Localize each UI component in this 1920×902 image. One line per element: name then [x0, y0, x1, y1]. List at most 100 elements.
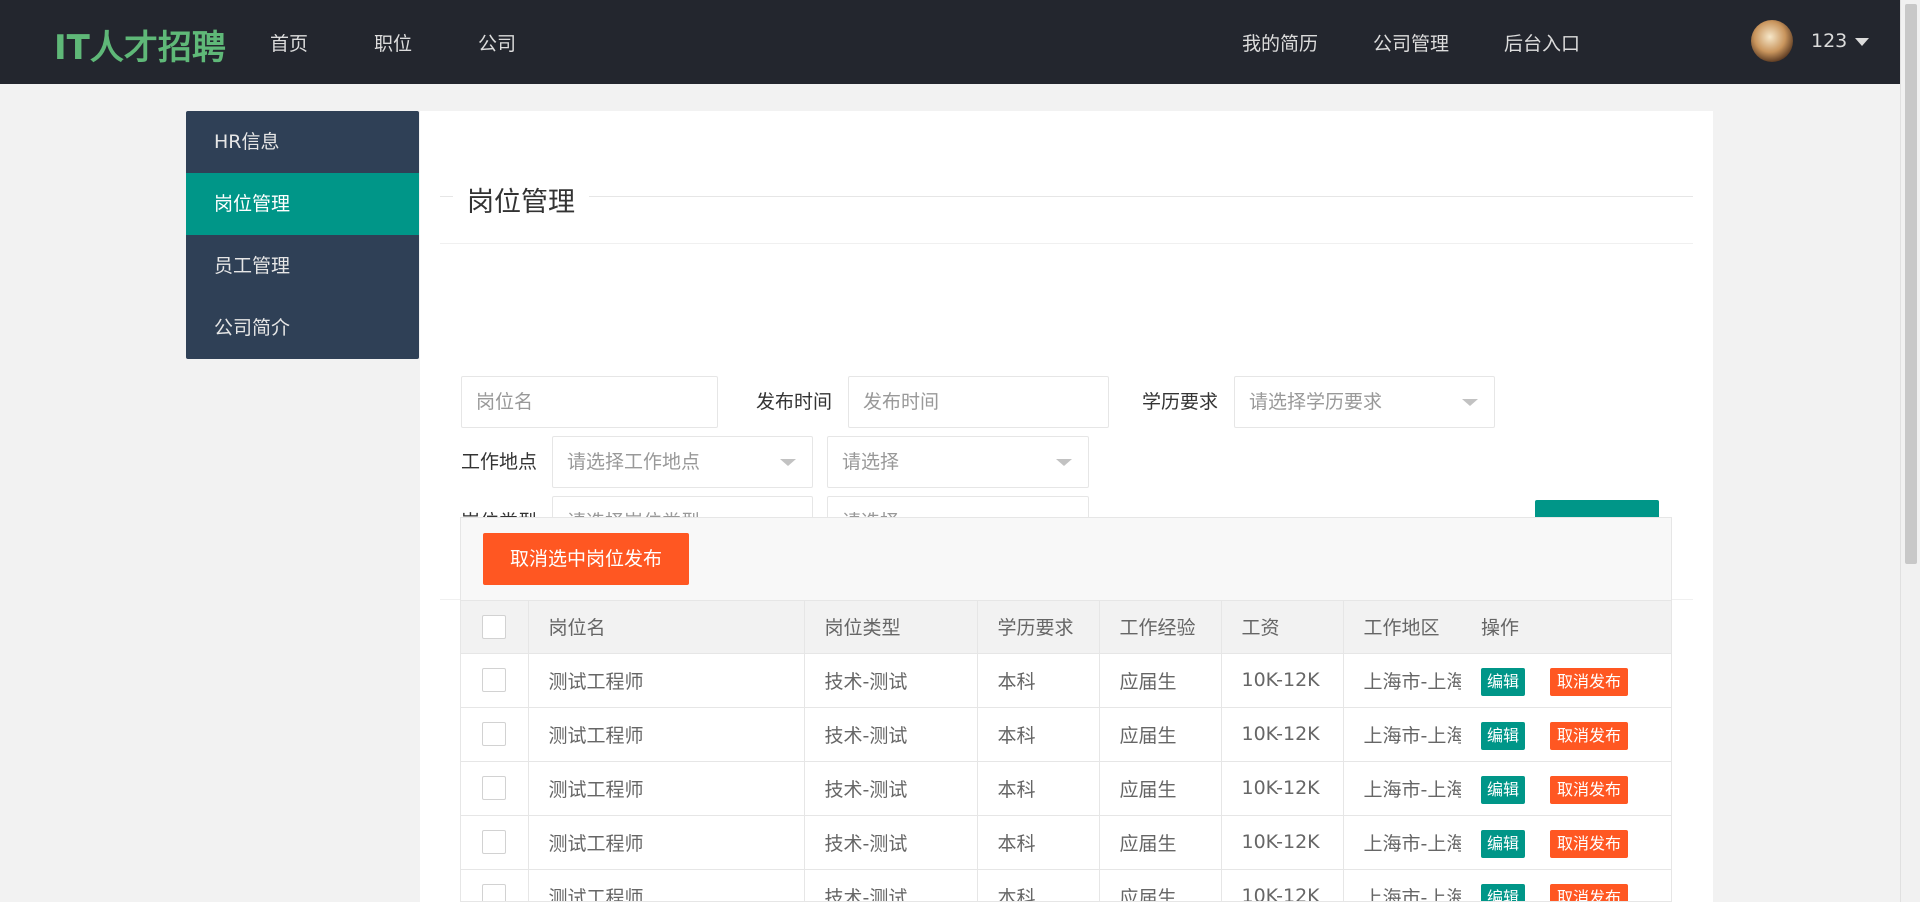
table-row: 测试工程师 技术-测试 本科 应届生 10K-12K 上海市-上海 编辑 取消发布	[461, 653, 1671, 708]
unpublish-button[interactable]: 取消发布	[1550, 829, 1629, 858]
cell-job-name: 测试工程师	[528, 815, 805, 870]
publish-time-input[interactable]: 发布时间	[848, 376, 1109, 428]
cell-experience: 应届生	[1099, 707, 1222, 762]
cell-education: 本科	[977, 653, 1100, 708]
column-header-job-type[interactable]: 岗位类型	[804, 601, 978, 654]
sidebar-item-job-management[interactable]: 岗位管理	[186, 173, 419, 235]
location-label: 工作地点	[461, 451, 538, 473]
row-checkbox[interactable]	[482, 776, 507, 800]
table-toolbar: 取消选中岗位发布	[461, 518, 1671, 601]
cell-location: 上海市-上海	[1343, 869, 1461, 901]
select-all-checkbox[interactable]	[482, 614, 507, 639]
user-name[interactable]: 123	[1811, 30, 1847, 52]
column-header-education[interactable]: 学历要求	[977, 601, 1100, 654]
nav-jobs[interactable]: 职位	[374, 29, 412, 56]
cell-location: 上海市-上海	[1343, 815, 1461, 870]
table-row: 测试工程师 技术-测试 本科 应届生 10K-12K 上海市-上海 编辑 取消发布	[461, 707, 1671, 762]
cell-education: 本科	[977, 761, 1100, 816]
cell-location: 上海市-上海	[1343, 761, 1461, 816]
cell-experience: 应届生	[1099, 653, 1222, 708]
education-label: 学历要求	[1142, 391, 1219, 413]
avatar[interactable]	[1751, 20, 1793, 62]
unpublish-button[interactable]: 取消发布	[1550, 883, 1629, 901]
unpublish-button[interactable]: 取消发布	[1550, 775, 1629, 804]
edit-button[interactable]: 编辑	[1481, 883, 1526, 901]
edit-button[interactable]: 编辑	[1481, 721, 1526, 750]
sidebar-item-hr-info[interactable]: HR信息	[186, 111, 419, 173]
nav-backend[interactable]: 后台入口	[1504, 29, 1580, 56]
table-header-row: 岗位名 岗位类型 学历要求 工作经验 工资 工作地区 操作	[461, 601, 1671, 654]
cancel-selected-publish-button[interactable]: 取消选中岗位发布	[483, 533, 689, 585]
row-select-cell	[461, 869, 529, 901]
user-menu[interactable]: 123	[1751, 20, 1870, 62]
main-panel: 岗位管理 岗位名 发布时间 发布时间 学历要求 请选择学历要求 工作地点 请选择…	[420, 111, 1713, 902]
column-header-job-name[interactable]: 岗位名	[528, 601, 805, 654]
row-actions-cell: 编辑 取消发布	[1461, 869, 1671, 901]
row-actions-cell: 编辑 取消发布	[1461, 815, 1671, 870]
chevron-down-icon	[1462, 399, 1478, 406]
nav-companies[interactable]: 公司	[478, 29, 516, 56]
table-row: 测试工程师 技术-测试 本科 应届生 10K-12K 上海市-上海 编辑 取消发布	[461, 815, 1671, 870]
row-checkbox[interactable]	[482, 722, 507, 746]
column-header-experience[interactable]: 工作经验	[1099, 601, 1222, 654]
chevron-down-icon	[780, 459, 796, 466]
location-select[interactable]: 请选择工作地点	[552, 436, 813, 488]
cell-location: 上海市-上海	[1343, 707, 1461, 762]
location-select-value: 请选择工作地点	[567, 451, 701, 473]
cell-education: 本科	[977, 815, 1100, 870]
row-checkbox[interactable]	[482, 884, 507, 901]
table-row: 测试工程师 技术-测试 本科 应届生 10K-12K 上海市-上海 编辑 取消发布	[461, 761, 1671, 816]
location-sub-select[interactable]: 请选择	[827, 436, 1089, 488]
user-nav: 我的简历 公司管理 后台入口	[1242, 0, 1580, 84]
location-sub-select-value: 请选择	[842, 451, 900, 473]
cell-salary: 10K-12K	[1221, 761, 1344, 816]
edit-button[interactable]: 编辑	[1481, 829, 1526, 858]
unpublish-button[interactable]: 取消发布	[1550, 721, 1629, 750]
chevron-down-icon[interactable]	[1855, 38, 1870, 46]
cell-job-type: 技术-测试	[804, 761, 978, 816]
row-select-cell	[461, 761, 529, 816]
job-name-input[interactable]: 岗位名	[461, 376, 718, 428]
job-table: 岗位名 岗位类型 学历要求 工作经验 工资 工作地区 操作 测试工程师 技术-测试…	[461, 601, 1671, 901]
row-select-cell	[461, 815, 529, 870]
row-actions-cell: 编辑 取消发布	[1461, 653, 1671, 708]
cell-salary: 10K-12K	[1221, 869, 1344, 901]
row-select-cell	[461, 707, 529, 762]
cell-job-name: 测试工程师	[528, 761, 805, 816]
cell-experience: 应届生	[1099, 761, 1222, 816]
table-row: 测试工程师 技术-测试 本科 应届生 10K-12K 上海市-上海 编辑 取消发布	[461, 869, 1671, 901]
edit-button[interactable]: 编辑	[1481, 667, 1526, 696]
cell-job-name: 测试工程师	[528, 869, 805, 901]
row-actions-cell: 编辑 取消发布	[1461, 707, 1671, 762]
column-header-actions: 操作	[1461, 601, 1671, 654]
main-nav: 首页 职位 公司	[252, 0, 564, 84]
row-actions-cell: 编辑 取消发布	[1461, 761, 1671, 816]
nav-home[interactable]: 首页	[270, 29, 308, 56]
column-header-salary[interactable]: 工资	[1221, 601, 1344, 654]
row-checkbox[interactable]	[482, 668, 507, 692]
sidebar-item-company-intro[interactable]: 公司简介	[186, 297, 419, 359]
cell-location: 上海市-上海	[1343, 653, 1461, 708]
cell-experience: 应届生	[1099, 869, 1222, 901]
cell-salary: 10K-12K	[1221, 653, 1344, 708]
site-logo[interactable]: IT人才招聘	[54, 20, 226, 69]
page-scrollbar[interactable]	[1900, 0, 1920, 902]
sidebar-item-staff-management[interactable]: 员工管理	[186, 235, 419, 297]
cell-job-name: 测试工程师	[528, 653, 805, 708]
sidebar: HR信息 岗位管理 员工管理 公司简介	[186, 111, 419, 359]
education-select[interactable]: 请选择学历要求	[1234, 376, 1495, 428]
education-select-value: 请选择学历要求	[1249, 391, 1383, 413]
publish-time-label: 发布时间	[756, 391, 833, 413]
cell-job-type: 技术-测试	[804, 707, 978, 762]
nav-my-resume[interactable]: 我的简历	[1242, 29, 1318, 56]
chevron-down-icon	[1056, 459, 1072, 466]
cell-education: 本科	[977, 707, 1100, 762]
column-header-location[interactable]: 工作地区	[1343, 601, 1461, 654]
nav-company-admin[interactable]: 公司管理	[1373, 29, 1449, 56]
unpublish-button[interactable]: 取消发布	[1550, 667, 1629, 696]
cell-job-type: 技术-测试	[804, 815, 978, 870]
edit-button[interactable]: 编辑	[1481, 775, 1526, 804]
row-checkbox[interactable]	[482, 830, 507, 854]
cell-job-type: 技术-测试	[804, 869, 978, 901]
scrollbar-thumb[interactable]	[1905, 4, 1917, 564]
